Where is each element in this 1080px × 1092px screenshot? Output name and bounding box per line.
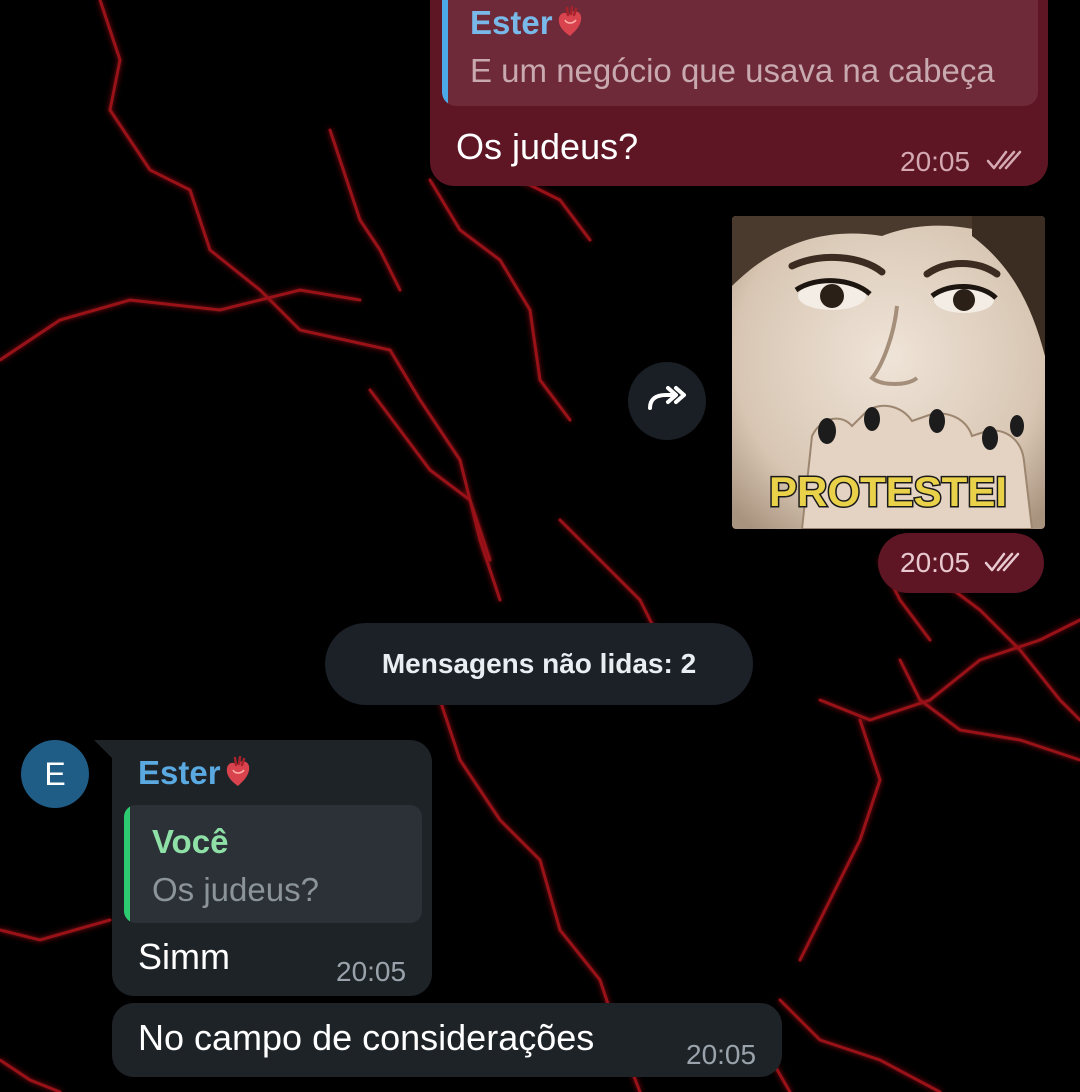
message-text: No campo de considerações (138, 1017, 595, 1058)
reply-author: Você (152, 823, 229, 860)
sender-name: Ester (138, 754, 221, 791)
reply-accent-bar (442, 0, 448, 106)
avatar[interactable]: E (21, 740, 89, 808)
share-forward-icon (648, 386, 686, 410)
reply-quote[interactable]: Ester E um negócio que usava na cabeça (442, 0, 1038, 106)
anatomical-heart-emoji (558, 6, 581, 36)
reply-accent-bar (124, 805, 130, 923)
message-time: 20:05 (336, 956, 407, 987)
message-time: 20:05 (686, 1039, 757, 1070)
incoming-message-bubble[interactable]: Ester Você Os judeus? Simm 20:05 (94, 740, 432, 996)
incoming-message-bubble[interactable]: No campo de considerações 20:05 (112, 1003, 782, 1077)
reply-author: Ester (470, 4, 553, 41)
sticker-image[interactable]: PROTESTEI (732, 216, 1045, 529)
message-text: Simm (138, 936, 230, 977)
avatar-letter: E (44, 755, 66, 792)
outgoing-message-bubble[interactable]: Ester E um negócio que usava na cabeça O… (430, 0, 1048, 186)
sticker-time: 20:05 (900, 547, 971, 578)
reply-quote[interactable]: Você Os judeus? (124, 805, 422, 923)
double-check-icon (984, 552, 1020, 572)
bubble-tail (94, 740, 112, 758)
message-text: Os judeus? (456, 126, 639, 167)
unread-messages-divider: Mensagens não lidas: 2 (325, 623, 753, 705)
reply-quote-text: Os judeus? (152, 871, 319, 908)
unread-divider-label: Mensagens não lidas: 2 (381, 648, 697, 679)
sticker-time-badge: 20:05 (878, 533, 1044, 593)
sticker-caption: PROTESTEI (769, 468, 1007, 515)
anatomical-heart-emoji (226, 756, 249, 786)
forward-button[interactable] (628, 362, 706, 440)
sticker-illustration: PROTESTEI (732, 216, 1045, 529)
double-check-icon (986, 150, 1022, 170)
reply-quote-text: E um negócio que usava na cabeça (470, 52, 995, 89)
message-time: 20:05 (900, 146, 971, 177)
